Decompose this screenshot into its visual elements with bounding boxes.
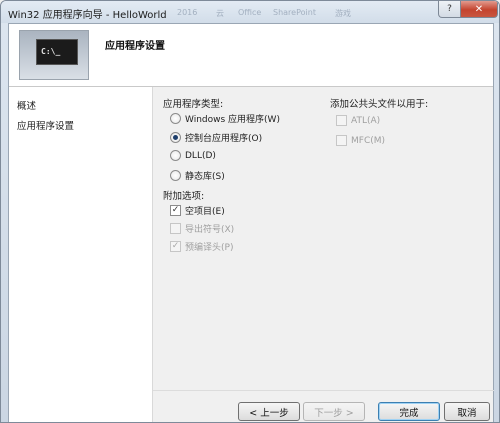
background-tab: 游戏 — [335, 9, 351, 18]
settings-panel: 应用程序类型: Windows 应用程序(W) 控制台应用程序(O) DLL(D… — [152, 87, 494, 422]
wizard-window: Win32 应用程序向导 - HelloWorld 2016 云 Office … — [0, 0, 500, 423]
radio-console-app[interactable]: 控制台应用程序(O) — [170, 131, 262, 144]
wizard-client-area: C:\_ 应用程序设置 概述 应用程序设置 应用程序类型: Windows 应用… — [8, 23, 494, 422]
close-button[interactable]: ✕ — [460, 1, 498, 18]
checkbox-label: MFC(M) — [351, 135, 386, 146]
additional-options-label: 附加选项: — [163, 191, 205, 202]
radio-button[interactable] — [170, 170, 181, 181]
nav-item-app-settings[interactable]: 应用程序设置 — [17, 118, 74, 132]
back-button[interactable]: < 上一步 — [238, 402, 300, 421]
background-tab: SharePoint — [273, 8, 316, 17]
close-icon: ✕ — [474, 3, 484, 15]
help-icon: ? — [447, 4, 452, 14]
wizard-nav: 概述 应用程序设置 — [9, 87, 152, 422]
background-tab: Office — [238, 8, 262, 17]
radio-label: DLL(D) — [185, 150, 216, 161]
checkbox: ✓ — [170, 241, 181, 252]
radio-label: 控制台应用程序(O) — [185, 134, 263, 144]
background-tab: 2016 — [177, 8, 198, 17]
app-type-label: 应用程序类型: — [163, 99, 224, 110]
common-headers-label: 添加公共头文件以用于: — [330, 99, 429, 110]
radio-button[interactable] — [170, 132, 181, 143]
checkbox-label: 导出符号(X) — [185, 225, 235, 235]
help-button[interactable]: ? — [438, 1, 461, 18]
background-tab: 云 — [216, 9, 224, 18]
console-icon: C:\_ — [36, 39, 78, 65]
radio-button[interactable] — [170, 113, 181, 124]
checkbox — [336, 135, 347, 146]
next-button: 下一步 > — [303, 402, 365, 421]
finish-button[interactable]: 完成 — [378, 402, 440, 421]
checkbox-mfc: MFC(M) — [336, 135, 385, 146]
cancel-button[interactable]: 取消 — [444, 402, 490, 421]
checkbox — [170, 223, 181, 234]
wizard-header: C:\_ 应用程序设置 — [9, 24, 493, 87]
radio-dll[interactable]: DLL(D) — [170, 150, 216, 161]
checkbox-atl: ATL(A) — [336, 115, 380, 126]
checkbox-label: ATL(A) — [351, 115, 381, 126]
radio-label: Windows 应用程序(W) — [185, 115, 280, 125]
radio-label: 静态库(S) — [185, 172, 225, 182]
title-bar[interactable]: Win32 应用程序向导 - HelloWorld 2016 云 Office … — [1, 1, 499, 23]
button-bar: < 上一步 下一步 > 完成 取消 — [153, 390, 494, 422]
checkbox-precompiled-header: ✓ 预编译头(P) — [170, 240, 233, 253]
checkbox-label: 空项目(E) — [185, 207, 225, 217]
nav-item-overview[interactable]: 概述 — [17, 98, 36, 112]
checkbox-empty-project[interactable]: ✓ 空项目(E) — [170, 204, 225, 217]
radio-windows-app[interactable]: Windows 应用程序(W) — [170, 112, 280, 125]
page-title: 应用程序设置 — [105, 41, 165, 52]
radio-static-lib[interactable]: 静态库(S) — [170, 169, 225, 182]
console-banner-image: C:\_ — [19, 30, 89, 80]
window-title: Win32 应用程序向导 - HelloWorld — [8, 10, 167, 21]
checkbox-export-symbols: 导出符号(X) — [170, 222, 234, 235]
radio-button[interactable] — [170, 150, 181, 161]
checkbox — [336, 115, 347, 126]
checkbox-label: 预编译头(P) — [185, 243, 234, 253]
checkbox[interactable]: ✓ — [170, 205, 181, 216]
